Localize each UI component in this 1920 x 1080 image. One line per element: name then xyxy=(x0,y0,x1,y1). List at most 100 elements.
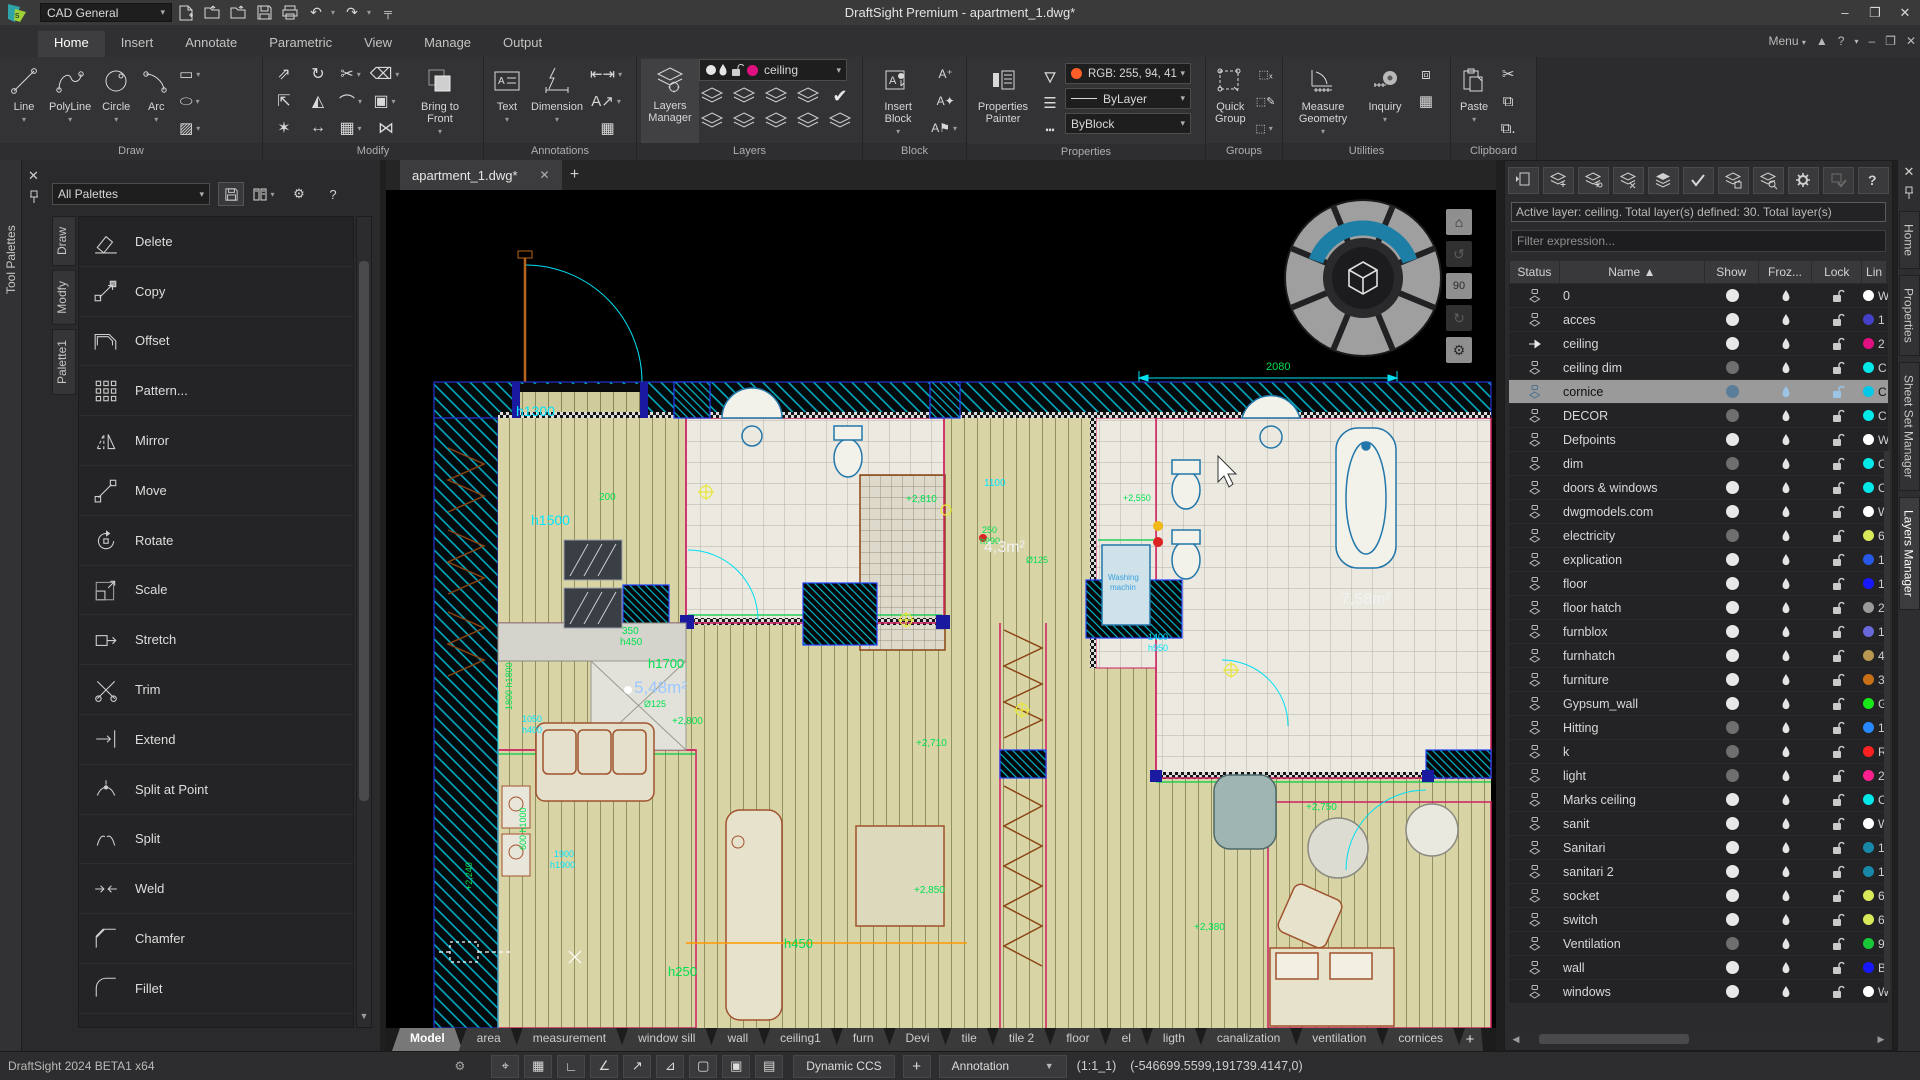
layer-by-entity-icon[interactable] xyxy=(827,109,853,133)
snap-settings-icon[interactable]: ⚙ xyxy=(455,1059,466,1073)
apply-disabled-icon[interactable] xyxy=(1823,167,1854,194)
palette-scrollbar[interactable]: ▼ xyxy=(356,216,372,1028)
lineweight-combo[interactable]: ByBlock ▾ xyxy=(1065,113,1191,134)
settings-gear-icon[interactable] xyxy=(1788,167,1819,194)
scrollbar-down-arrow[interactable]: ▼ xyxy=(357,1011,371,1027)
arc-button[interactable]: Arc▾ xyxy=(136,60,176,143)
layer-row-doors-windows[interactable]: doors & windowsC xyxy=(1509,476,1888,500)
edit-group-icon[interactable]: ⬚✎ xyxy=(1253,89,1279,113)
sheet-tab-floor[interactable]: floor xyxy=(1048,1028,1107,1051)
column-header-show[interactable]: Show xyxy=(1705,261,1759,283)
table-icon[interactable]: ▦ xyxy=(590,116,625,140)
add-scale-button[interactable]: + xyxy=(903,1055,931,1078)
layer-row-dim[interactable]: dimC xyxy=(1509,452,1888,476)
tool-palettes-strip[interactable]: Tool Palettes xyxy=(0,160,22,1051)
layer-row-switch[interactable]: switch6 xyxy=(1509,908,1888,932)
pin-icon[interactable] xyxy=(28,190,40,207)
cut-icon[interactable]: ✂ xyxy=(1495,62,1521,86)
new-layer-icon[interactable] xyxy=(1543,167,1574,194)
active-layer-combo[interactable]: ceiling ▾ xyxy=(699,59,847,81)
customize-quick-access-button[interactable]: ╤ xyxy=(376,2,400,23)
doc-close-button[interactable]: ✕ xyxy=(1906,34,1916,48)
ribbon-tab-view[interactable]: View xyxy=(348,31,408,57)
layer-row-furnhatch[interactable]: furnhatch4 xyxy=(1509,644,1888,668)
close-icon[interactable]: ✕ xyxy=(1898,164,1920,180)
circle-button[interactable]: Circle▾ xyxy=(96,60,136,143)
home-view-button[interactable]: ⌂ xyxy=(1446,209,1472,235)
drawing-canvas[interactable]: 2080h1300h1500200350h450h17005,48m²Ø125+… xyxy=(386,190,1496,1028)
pattern-tool-icon[interactable]: ▦▾ xyxy=(335,116,369,140)
palette-item-fillet[interactable]: Fillet xyxy=(79,964,353,1014)
layer-row-furniture[interactable]: furniture3 xyxy=(1509,668,1888,692)
layer-row-explication[interactable]: explication1 xyxy=(1509,548,1888,572)
dock-tab-sheet-set-manager[interactable]: Sheet Set Manager xyxy=(1899,362,1920,491)
new-layer-frozen-icon[interactable] xyxy=(1578,167,1609,194)
fill-color-icon[interactable]: 🜄 xyxy=(1037,64,1063,88)
isolate-layer-icon[interactable] xyxy=(699,109,725,133)
define-block-icon[interactable]: A⁺ xyxy=(931,62,960,86)
activate-layer-icon[interactable] xyxy=(1683,167,1714,194)
dock-tab-home[interactable]: Home xyxy=(1899,211,1920,269)
freeze-layer-icon[interactable] xyxy=(763,84,789,108)
ribbon-tab-output[interactable]: Output xyxy=(487,31,558,57)
layer-row-electricity[interactable]: electricity6 xyxy=(1509,524,1888,548)
edit-block-icon[interactable]: A✦ xyxy=(931,89,960,113)
new-file-button[interactable] xyxy=(174,2,198,23)
layer-row-dwgmodels-com[interactable]: dwgmodels.comW xyxy=(1509,500,1888,524)
quick-group-button[interactable]: Quick Group xyxy=(1210,60,1251,143)
layer-row-windows[interactable]: windowsW xyxy=(1509,980,1888,1004)
save-palette-button[interactable] xyxy=(218,182,244,206)
group-options-icon[interactable]: ⬚▾ xyxy=(1253,116,1279,140)
layer-row-socket[interactable]: socket6 xyxy=(1509,884,1888,908)
calculator-icon[interactable]: ▦ xyxy=(1413,89,1439,113)
layers-vscrollbar[interactable] xyxy=(1884,451,1890,991)
ungroup-icon[interactable]: ⬚ₓ xyxy=(1253,62,1279,86)
layers-hscrollbar[interactable]: ◀ ▶ xyxy=(1509,1032,1888,1046)
linestyle-icon[interactable]: ┅ xyxy=(1037,118,1063,142)
offset-tool-icon[interactable]: ▣▾ xyxy=(369,89,403,113)
layer-row-floor[interactable]: floor1 xyxy=(1509,572,1888,596)
sheet-tab-wall[interactable]: wall xyxy=(709,1028,766,1051)
column-header-lin[interactable]: Lin xyxy=(1862,261,1887,283)
lock-layer-icon[interactable] xyxy=(795,84,821,108)
hatch-tool-icon[interactable]: ▨ ▾ xyxy=(178,116,204,140)
undo-button[interactable]: ↶ xyxy=(304,2,328,23)
palette-tab-draw[interactable]: Draw xyxy=(52,216,76,266)
inquiry-button[interactable]: Inquiry▾ xyxy=(1359,60,1411,143)
delete-layer-icon[interactable] xyxy=(1613,167,1644,194)
sheet-tab-devi[interactable]: Devi xyxy=(888,1028,948,1051)
layer-row-decor[interactable]: DECORC xyxy=(1509,404,1888,428)
text-button[interactable]: A Text▾ xyxy=(488,60,526,143)
layers-manager-button[interactable]: Layers Manager xyxy=(641,59,699,143)
ribbon-tab-parametric[interactable]: Parametric xyxy=(253,31,348,57)
layer-row-k[interactable]: kR xyxy=(1509,740,1888,764)
menu-button[interactable]: Menu ▾ xyxy=(1769,34,1806,48)
ellipse-tool-icon[interactable]: ⬭ ▾ xyxy=(178,89,204,113)
layer-row-sanitari[interactable]: Sanitari1 xyxy=(1509,836,1888,860)
dimension-button[interactable]: Dimension▾ xyxy=(526,60,588,143)
fillet-tool-icon[interactable]: ⌒▾ xyxy=(335,89,369,113)
erase-tool-icon[interactable]: ⌫▾ xyxy=(369,62,403,86)
entity-snap-toggle[interactable]: ⌖ xyxy=(491,1055,519,1078)
layer-row-marks-ceiling[interactable]: Marks ceilingC xyxy=(1509,788,1888,812)
layer-row-acces[interactable]: acces1 xyxy=(1509,308,1888,332)
close-document-icon[interactable]: ✕ xyxy=(540,168,550,182)
palette-item-trim[interactable]: Trim xyxy=(79,665,353,715)
pin-icon[interactable] xyxy=(1903,186,1915,203)
polar-guide-toggle[interactable]: ∠ xyxy=(590,1055,618,1078)
orbit-ccw-button[interactable]: ↺ xyxy=(1446,241,1472,267)
column-header-lock[interactable]: Lock xyxy=(1812,261,1862,283)
close-icon[interactable]: ✕ xyxy=(28,168,39,184)
sheet-tab-tile-2[interactable]: tile 2 xyxy=(991,1028,1052,1051)
esnap-toggle[interactable]: ↗ xyxy=(623,1055,651,1078)
palette-item-rotate[interactable]: Rotate xyxy=(79,516,353,566)
hide-layer-icon[interactable] xyxy=(699,84,725,108)
palette-filter-combo[interactable]: All Palettes ▾ xyxy=(52,183,210,205)
palette-tab-modfy[interactable]: Modfy xyxy=(52,270,76,325)
hscrollbar-thumb[interactable] xyxy=(1539,1034,1689,1044)
layer-preview-icon[interactable] xyxy=(1718,167,1749,194)
block-attribute-icon[interactable]: A⚑▾ xyxy=(931,116,960,140)
close-button[interactable]: ✕ xyxy=(1890,0,1920,25)
print-button[interactable] xyxy=(278,2,302,23)
open-file-button[interactable] xyxy=(200,2,224,23)
